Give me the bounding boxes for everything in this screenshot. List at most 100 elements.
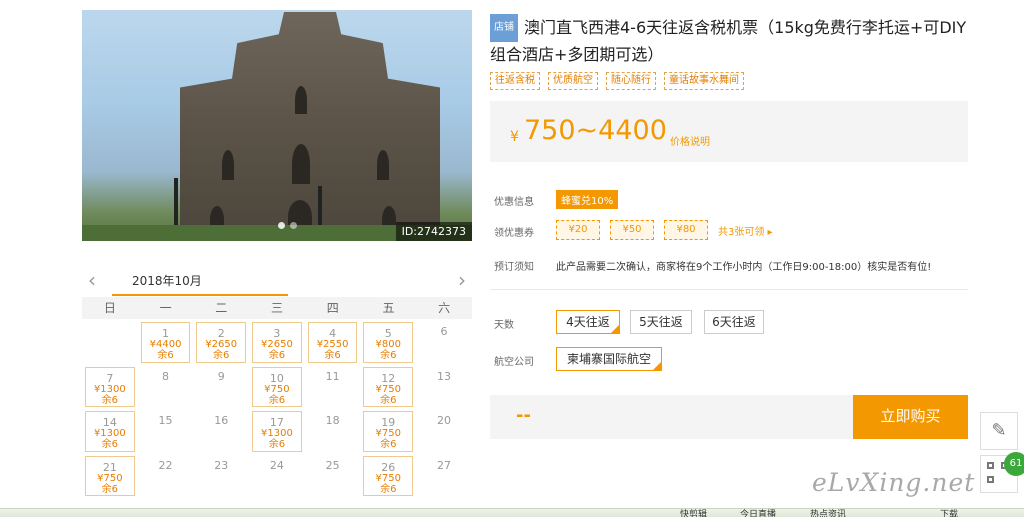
product-title-block: 店铺 澳门直飞西港4-6天往返含税机票（15kg免费行李托运+可DIY组合酒店+多… <box>490 14 970 68</box>
coupon-50[interactable]: ¥50 <box>610 220 654 240</box>
product-tag: 往返含税 <box>490 72 540 90</box>
calendar-weekdays: 日一二三四五六 <box>82 297 472 319</box>
weekday-label: 日 <box>103 301 116 315</box>
slide-dot[interactable] <box>290 222 297 229</box>
day-price: ¥2550 <box>316 339 349 350</box>
watermark: eLvXing.net <box>812 468 976 497</box>
day-number: 8 <box>162 369 170 383</box>
calendar-day: 11 <box>305 365 361 410</box>
slide-dot[interactable] <box>278 222 285 229</box>
day-number: 25 <box>325 458 340 472</box>
day-number: 26 <box>381 460 396 474</box>
calendar-month: 2018年10月 <box>132 274 202 288</box>
currency-symbol: ¥ <box>510 129 519 145</box>
calendar-day-available[interactable]: 4 ¥2550 余6 <box>307 322 358 363</box>
product-tag: 优质航空 <box>548 72 598 90</box>
day-number: 24 <box>269 458 284 472</box>
calendar-day-available[interactable]: 3 ¥2650 余6 <box>252 322 302 363</box>
day-number: 22 <box>158 458 173 472</box>
coupon-more-link[interactable]: 共3张可领 ▸ <box>718 223 773 238</box>
day-number: 12 <box>381 371 396 385</box>
product-photo[interactable]: ID:2742373 <box>82 10 472 241</box>
day-price: ¥2650 <box>205 339 238 350</box>
chevron-left-icon[interactable]: ‹ <box>88 268 96 292</box>
taskbar-item[interactable]: 快剪辑 <box>680 509 707 517</box>
taskbar-item[interactable]: 今日直播 <box>740 509 776 517</box>
day-number: 20 <box>436 414 451 427</box>
days-option-4[interactable]: 4天往返 <box>556 310 620 334</box>
day-price: ¥750 <box>264 383 290 395</box>
taskbar-item[interactable]: 下载 <box>940 509 958 517</box>
day-number: 5 <box>384 327 392 340</box>
day-number: 4 <box>329 327 337 340</box>
day-number: 1 <box>162 327 170 340</box>
coupon-20[interactable]: ¥20 <box>556 220 600 240</box>
day-price: ¥2650 <box>261 339 293 350</box>
day-number: 7 <box>106 371 114 385</box>
coupon-label: 领优惠券 <box>494 228 534 239</box>
calendar-day: 16 <box>193 409 249 454</box>
day-price: ¥4400 <box>149 339 182 350</box>
shop-badge[interactable]: 店铺 <box>490 14 518 42</box>
pencil-icon[interactable]: ✎ <box>980 412 1018 450</box>
day-number: 17 <box>269 416 284 429</box>
day-number: 19 <box>381 416 396 429</box>
weekday-label: 四 <box>326 301 339 315</box>
calendar-day: 18 <box>305 409 361 454</box>
day-stock: 余6 <box>324 350 341 361</box>
price-box: ¥ 750~4400 价格说明 <box>490 101 968 162</box>
days-option-6[interactable]: 6天往返 <box>704 310 764 334</box>
calendar-day-available[interactable]: 26 ¥750 余6 <box>363 455 414 496</box>
airline-option[interactable]: 柬埔寨国际航空 <box>556 347 662 371</box>
notification-badge[interactable]: 61 <box>1004 452 1024 476</box>
calendar-day: 22 <box>138 454 194 499</box>
day-number: 15 <box>158 414 173 427</box>
photo-id-tag: ID:2742373 <box>395 222 472 241</box>
day-price: ¥1300 <box>93 428 126 439</box>
facade-window <box>222 150 234 180</box>
calendar-day-available[interactable]: 10 ¥750 余6 <box>252 366 302 407</box>
calendar-day-available[interactable]: 21 ¥750 余6 <box>85 455 135 496</box>
buy-now-button[interactable]: 立即购买 <box>853 395 968 439</box>
product-tag: 童话故事水舞间 <box>664 72 744 90</box>
product-title-text: 澳门直飞西港4-6天往返含税机票（15kg免费行李托运+可DIY组合酒店+多团期… <box>490 18 967 64</box>
notice-text: 此产品需要二次确认，商家将在9个工作小时内（工作日9:00-18:00）核实是否… <box>556 262 932 273</box>
calendar-day-available[interactable]: 19 ¥750 余6 <box>363 411 414 452</box>
taskbar-item[interactable]: 热点资讯 <box>810 509 846 517</box>
day-number: 10 <box>269 371 284 385</box>
day-price: ¥1300 <box>93 383 126 395</box>
day-stock: 余6 <box>268 439 286 450</box>
chevron-right-icon[interactable]: › <box>458 268 466 292</box>
day-stock: 余6 <box>268 394 286 406</box>
total-price: -- <box>516 405 531 426</box>
product-tags: 往返含税 优质航空 随心随行 童话故事水舞间 <box>490 72 744 90</box>
calendar-day-available[interactable]: 1 ¥4400 余6 <box>140 322 191 363</box>
weekday-label: 一 <box>159 301 172 315</box>
day-stock: 余6 <box>101 483 119 495</box>
ruins-facade <box>180 12 440 234</box>
day-number: 13 <box>436 369 451 383</box>
calendar-day-available[interactable]: 14 ¥1300 余6 <box>85 411 135 452</box>
day-stock: 余6 <box>101 439 119 450</box>
days-label: 天数 <box>494 320 514 331</box>
divider <box>490 289 968 290</box>
coupon-80[interactable]: ¥80 <box>664 220 708 240</box>
calendar-day: 23 <box>193 454 249 499</box>
weekday-label: 三 <box>271 301 284 315</box>
calendar-day: 13 <box>416 365 472 410</box>
day-price: ¥750 <box>375 472 401 484</box>
day-number: 3 <box>273 327 281 340</box>
taskbar: 快剪辑 今日直播 热点资讯 下载 <box>0 508 1024 517</box>
day-number: 2 <box>217 327 225 340</box>
calendar-day-available[interactable]: 12 ¥750 余6 <box>363 366 414 407</box>
calendar-day-available[interactable]: 17 ¥1300 余6 <box>252 411 302 452</box>
day-number: 27 <box>436 458 451 472</box>
day-stock: 余6 <box>380 439 397 450</box>
day-stock: 余6 <box>380 483 397 495</box>
calendar-day-available[interactable]: 2 ¥2650 余6 <box>196 322 247 363</box>
day-stock: 余6 <box>268 350 286 361</box>
calendar-day-available[interactable]: 5 ¥800 余6 <box>363 322 414 363</box>
days-option-5[interactable]: 5天往返 <box>630 310 692 334</box>
price-explain-link[interactable]: 价格说明 <box>670 133 710 148</box>
calendar-day-available[interactable]: 7 ¥1300 余6 <box>85 366 135 407</box>
